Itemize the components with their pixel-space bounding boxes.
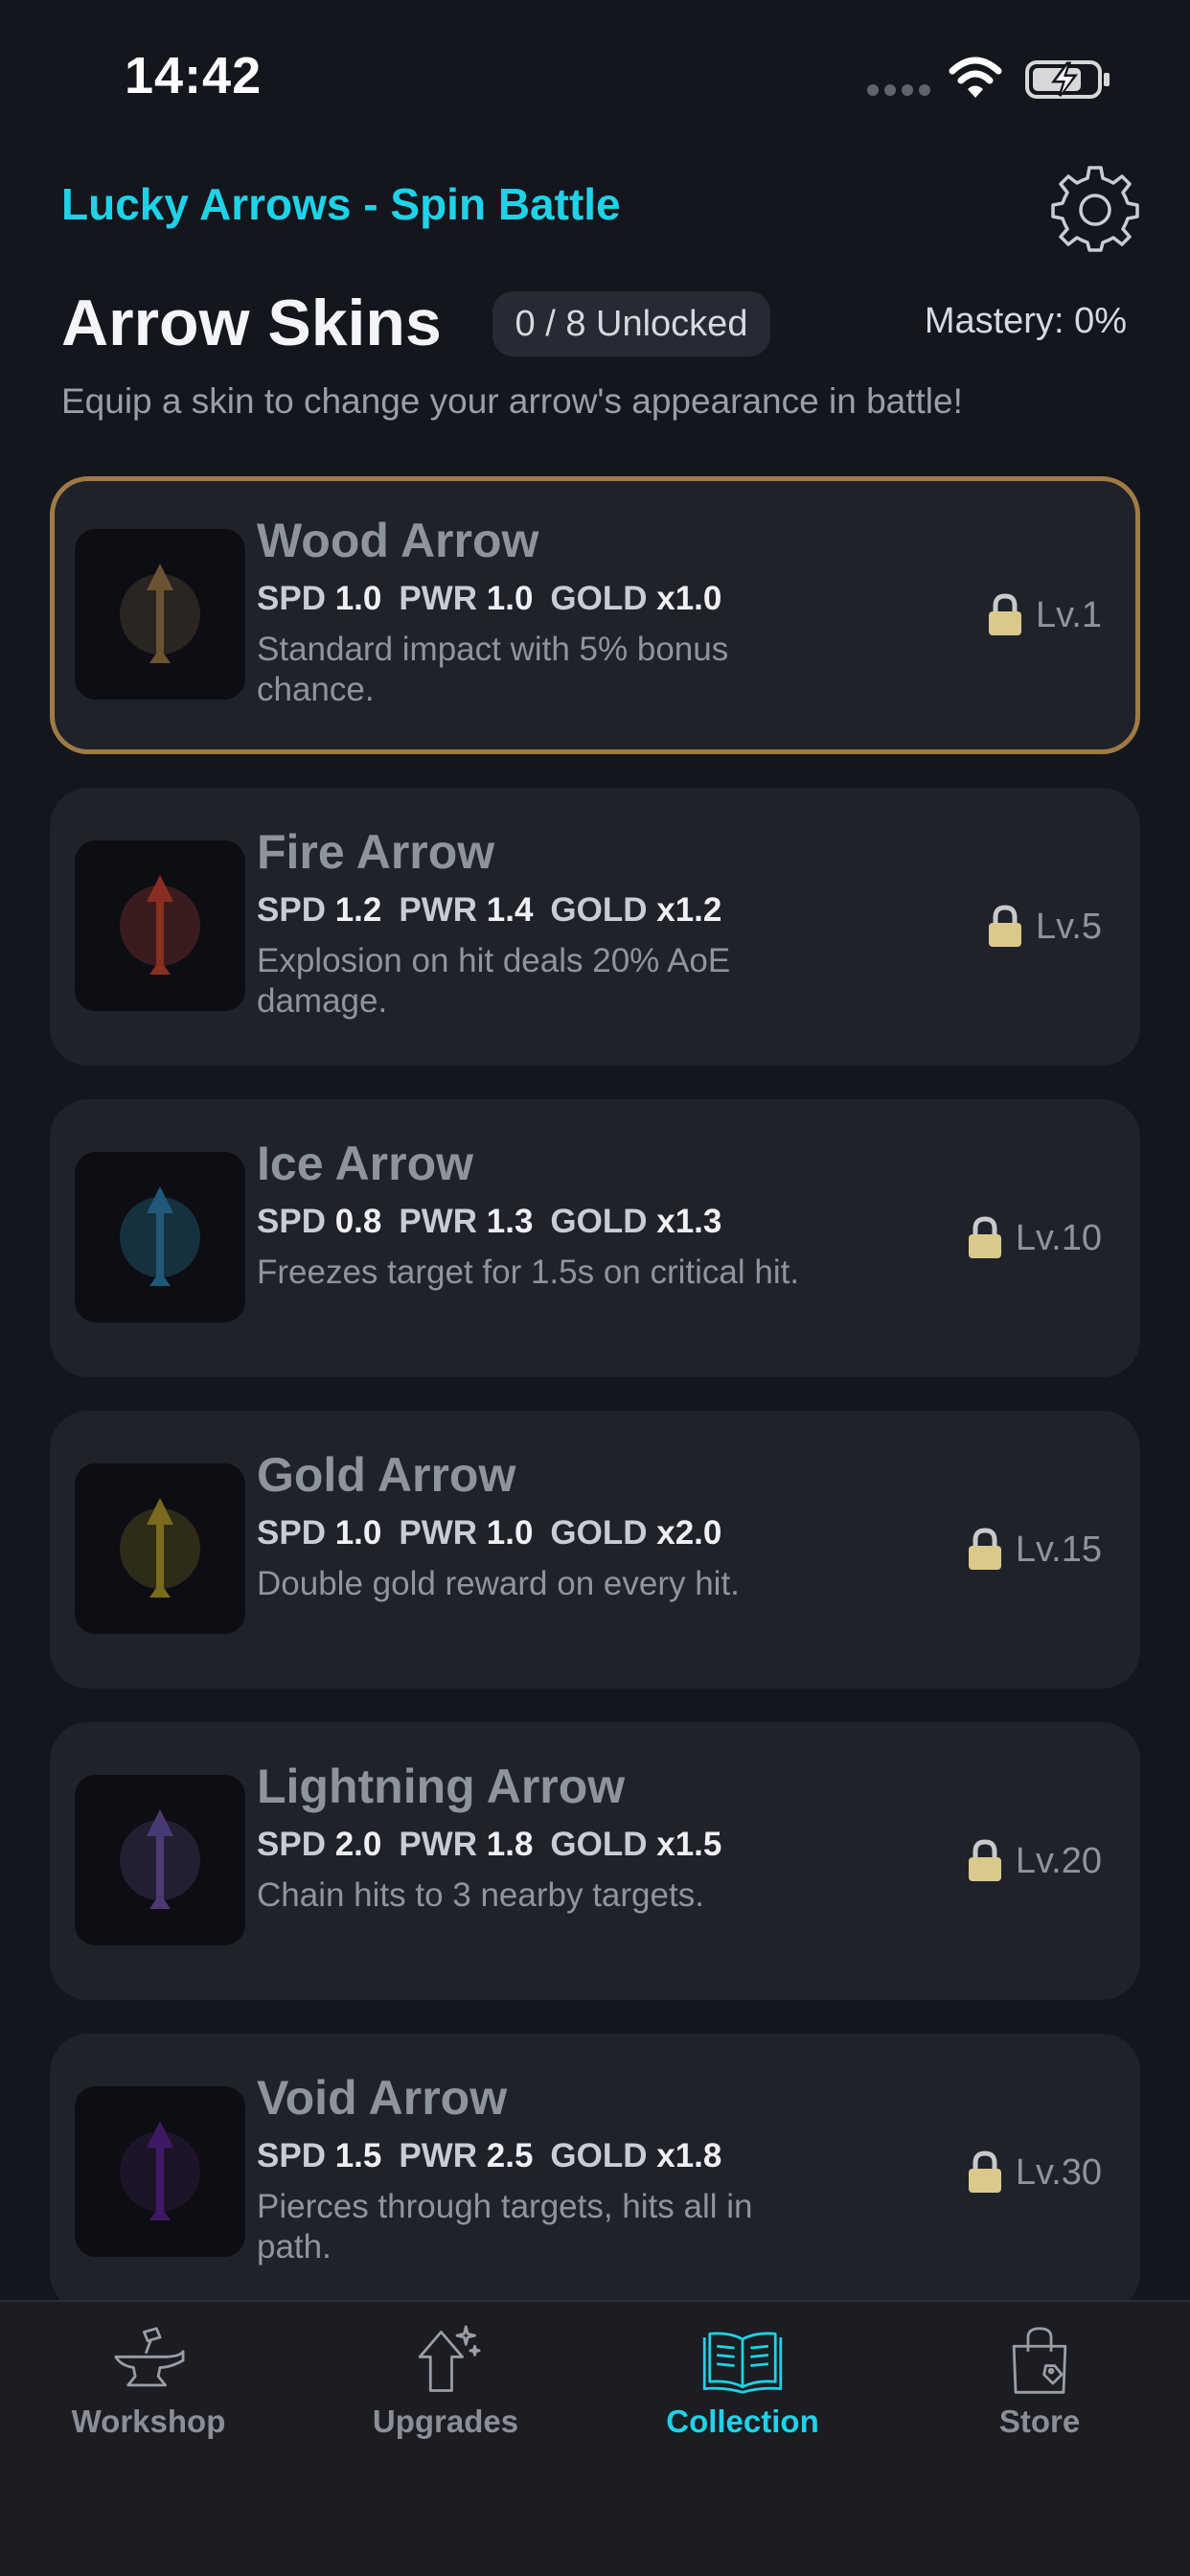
skin-name: Fire Arrow	[257, 825, 495, 879]
unlocked-count-badge: 0 / 8 Unlocked	[492, 291, 770, 356]
skin-name: Void Arrow	[257, 2071, 508, 2125]
skin-card-lightning[interactable]: Lightning Arrow SPD 2.0 PWR 1.8 GOLD x1.5 …	[50, 1722, 1140, 2000]
tab-upgrades[interactable]: Upgrades	[297, 2325, 594, 2440]
battery-charging-icon	[1025, 60, 1110, 99]
skin-thumbnail	[75, 2086, 245, 2257]
tab-label: Upgrades	[372, 2404, 519, 2439]
tab-collection[interactable]: Collection	[594, 2325, 891, 2440]
unlock-level: Lv.30	[1015, 2151, 1102, 2193]
tab-label: Collection	[666, 2404, 819, 2439]
skin-lock: Lv.20	[966, 1722, 1102, 2000]
gear-icon	[1051, 166, 1139, 252]
arrow-icon	[120, 875, 200, 975]
skin-name: Ice Arrow	[257, 1137, 474, 1190]
arrow-icon	[120, 2121, 200, 2220]
app-title: Lucky Arrows - Spin Battle	[61, 179, 621, 229]
open-book-icon	[702, 2332, 783, 2394]
tab-workshop[interactable]: Workshop	[0, 2325, 297, 2440]
skin-thumbnail	[75, 1152, 245, 1322]
skin-thumbnail	[75, 840, 245, 1011]
status-bar: 14:42	[0, 0, 1190, 144]
screen: 14:42 Lucky Arrows - Spin Battle Arrow S…	[0, 0, 1190, 2576]
skin-card-void[interactable]: Void Arrow SPD 1.5 PWR 2.5 GOLD x1.8 Pierc…	[50, 2034, 1140, 2312]
skin-lock: Lv.1	[986, 481, 1102, 749]
arrow-icon	[120, 1809, 200, 1909]
tab-label: Workshop	[71, 2404, 226, 2439]
skin-lock: Lv.30	[966, 2034, 1102, 2312]
skin-card-wood[interactable]: Wood Arrow SPD 1.0 PWR 1.0 GOLD x1.0 Stand…	[50, 476, 1140, 754]
lock-icon	[968, 1528, 1001, 1570]
skin-description: Pierces through targets, hits all in pat…	[257, 2188, 753, 2266]
tab-store[interactable]: Store	[891, 2325, 1188, 2440]
unlock-level: Lv.10	[1015, 1217, 1102, 1258]
lock-icon	[968, 1216, 1001, 1258]
arrow-icon	[120, 1498, 200, 1598]
lock-icon	[988, 905, 1021, 947]
skin-stats: SPD 1.2 PWR 1.4 GOLD x1.2	[257, 891, 722, 929]
unlock-level: Lv.15	[1015, 1529, 1102, 1570]
settings-button[interactable]	[1048, 161, 1142, 255]
skin-list: Wood Arrow SPD 1.0 PWR 1.0 GOLD x1.0 Stand…	[50, 476, 1140, 2345]
skin-lock: Lv.10	[966, 1099, 1102, 1377]
lock-icon	[988, 593, 1021, 635]
tab-label: Store	[998, 2404, 1081, 2439]
skin-description: Standard impact with 5% bonus chance.	[257, 631, 729, 708]
skin-thumbnail	[75, 1463, 245, 1634]
skin-lock: Lv.5	[986, 788, 1102, 1066]
skin-stats: SPD 2.0 PWR 1.8 GOLD x1.5	[257, 1826, 722, 1863]
skin-stats: SPD 0.8 PWR 1.3 GOLD x1.3	[257, 1203, 722, 1240]
arrow-icon	[120, 564, 200, 663]
bottom-tab-bar: Workshop Upgrades Collection Store	[0, 2300, 1190, 2576]
skin-stats: SPD 1.0 PWR 1.0 GOLD x1.0	[257, 580, 722, 617]
skin-description: Explosion on hit deals 20% AoE damage.	[257, 942, 731, 1020]
cellular-signal-icon	[867, 84, 930, 98]
skin-name: Gold Arrow	[257, 1448, 516, 1502]
unlock-level: Lv.5	[1035, 906, 1102, 947]
status-time: 14:42	[125, 47, 263, 104]
upgrade-arrow-icon	[418, 2325, 481, 2392]
skin-stats: SPD 1.5 PWR 2.5 GOLD x1.8	[257, 2137, 722, 2174]
anvil-icon	[114, 2327, 185, 2387]
skin-card-gold[interactable]: Gold Arrow SPD 1.0 PWR 1.0 GOLD x2.0 Doubl…	[50, 1411, 1140, 1689]
skin-description: Freezes target for 1.5s on critical hit.	[257, 1254, 800, 1291]
unlock-level: Lv.20	[1015, 1840, 1102, 1881]
lock-icon	[968, 1839, 1001, 1881]
skin-card-fire[interactable]: Fire Arrow SPD 1.2 PWR 1.4 GOLD x1.2 Explo…	[50, 788, 1140, 1066]
wifi-icon	[949, 57, 1002, 98]
page-subtitle: Equip a skin to change your arrow's appe…	[61, 381, 963, 421]
skin-stats: SPD 1.0 PWR 1.0 GOLD x2.0	[257, 1514, 722, 1552]
mastery-percentage: Mastery: 0%	[924, 301, 1127, 341]
skin-thumbnail	[75, 1775, 245, 1945]
skin-name: Wood Arrow	[257, 514, 539, 567]
lock-icon	[968, 2150, 1001, 2193]
skin-lock: Lv.15	[966, 1411, 1102, 1689]
skin-card-ice[interactable]: Ice Arrow SPD 0.8 PWR 1.3 GOLD x1.3 Freeze…	[50, 1099, 1140, 1377]
unlock-level: Lv.1	[1035, 594, 1102, 635]
skin-name: Lightning Arrow	[257, 1760, 626, 1813]
shopping-bag-icon	[1012, 2327, 1067, 2394]
arrow-icon	[120, 1186, 200, 1286]
page-title: Arrow Skins	[61, 287, 442, 359]
skin-thumbnail	[75, 529, 245, 700]
skin-description: Chain hits to 3 nearby targets.	[257, 1876, 704, 1914]
skin-description: Double gold reward on every hit.	[257, 1565, 740, 1602]
